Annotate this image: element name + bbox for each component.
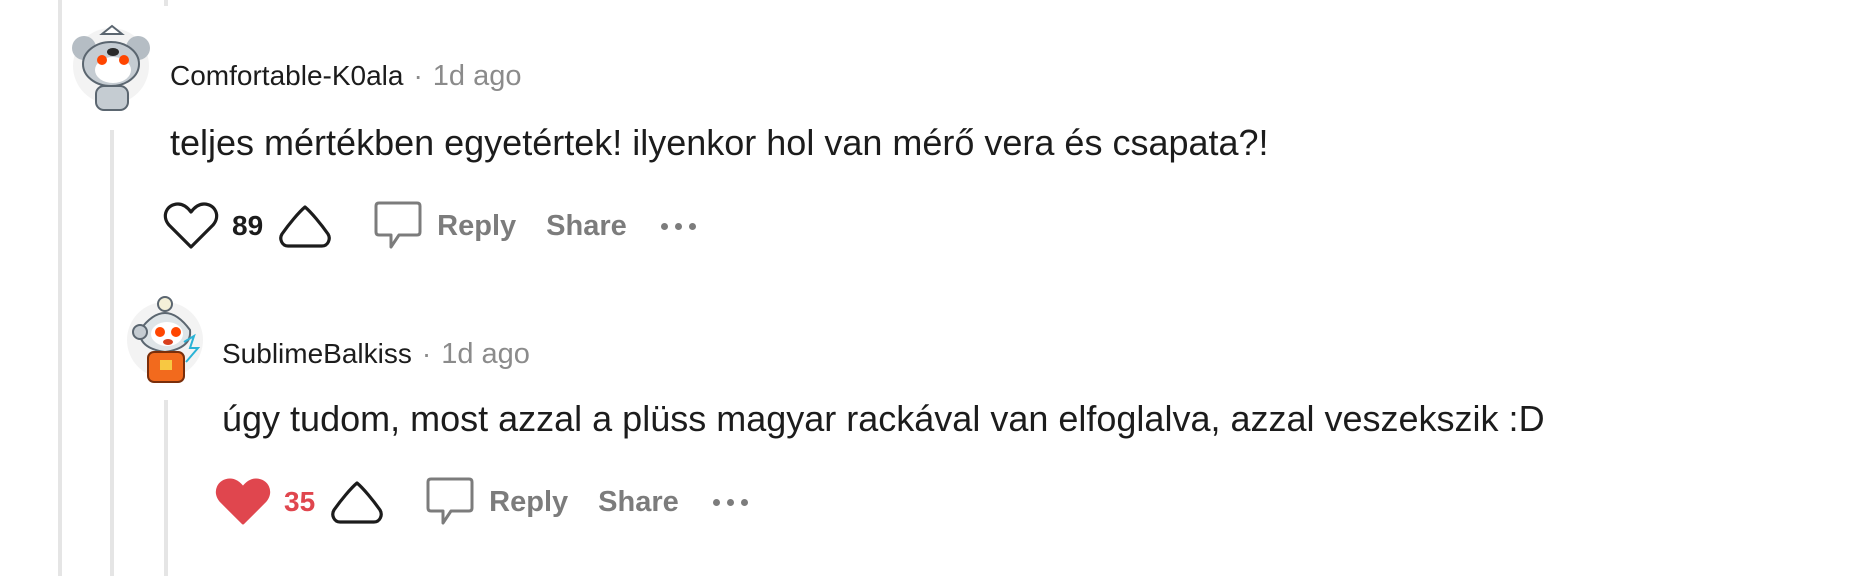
comment-text: úgy tudom, most azzal a plüss magyar rac… [222, 398, 1545, 439]
reply-label: Reply [489, 485, 569, 518]
upvote-icon [331, 481, 383, 524]
upvote-icon [279, 205, 331, 248]
upvote-button[interactable] [329, 478, 385, 526]
reply-button[interactable]: Reply [373, 200, 516, 252]
avatar[interactable] [72, 18, 150, 114]
comment-actions: 35 Reply Share [214, 472, 748, 532]
thread-line-top [164, 0, 168, 6]
more-button[interactable] [712, 482, 748, 522]
vote-count: 35 [284, 486, 316, 517]
thread-line-comment-2[interactable] [164, 400, 168, 576]
comment-text: teljes mértékben egyetértek! ilyenkor ho… [170, 122, 1269, 163]
meta-separator: · [421, 338, 432, 369]
thread-line-outer[interactable] [58, 0, 62, 576]
author-name[interactable]: Comfortable-K0ala [170, 60, 403, 92]
upvote-button[interactable] [277, 202, 333, 250]
timestamp[interactable]: 1d ago [441, 338, 530, 371]
comment-actions: 89 Reply Share [162, 196, 696, 256]
meta-separator: · [413, 60, 423, 91]
avatar[interactable] [126, 292, 204, 388]
vote-count: 89 [232, 210, 264, 241]
comment-icon [374, 201, 422, 249]
comment-icon [426, 477, 474, 525]
like-button[interactable] [214, 477, 272, 527]
heart-icon [163, 202, 219, 249]
comment-meta: SublimeBalkiss · 1d ago [222, 338, 530, 371]
more-icon [712, 498, 720, 506]
share-button[interactable]: Share [598, 486, 679, 519]
comment-meta: Comfortable-K0ala · 1d ago [170, 60, 521, 93]
heart-icon [215, 478, 271, 525]
timestamp[interactable]: 1d ago [433, 60, 522, 93]
share-button[interactable]: Share [546, 210, 627, 243]
like-button[interactable] [162, 201, 220, 251]
author-name[interactable]: SublimeBalkiss [222, 338, 412, 370]
reply-button[interactable]: Reply [425, 476, 568, 528]
more-button[interactable] [660, 206, 696, 246]
reply-label: Reply [437, 209, 517, 242]
thread-line-comment-1[interactable] [110, 130, 114, 576]
more-icon [660, 222, 668, 230]
